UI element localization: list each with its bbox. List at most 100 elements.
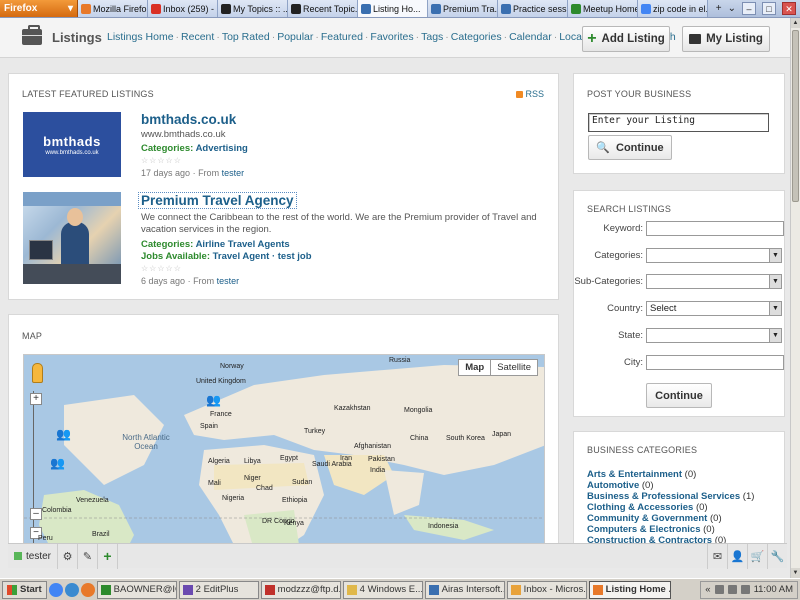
category-link[interactable]: Computers & Electronics xyxy=(587,524,701,535)
map-marker-icon[interactable]: 👥 xyxy=(206,393,221,407)
search-continue-button[interactable]: Continue xyxy=(646,383,712,408)
country-select[interactable]: Select ▼ xyxy=(646,301,782,316)
new-tab-button[interactable]: + xyxy=(716,3,722,14)
mail-icon[interactable]: ✉ xyxy=(707,543,727,569)
listing-age: 6 days ago xyxy=(141,276,186,286)
nav-link[interactable]: Listings Home xyxy=(107,31,174,43)
chevron-down-icon: ▾ xyxy=(67,3,73,14)
listing-name-input[interactable]: Enter your Listing xyxy=(588,113,769,132)
taskbar-task[interactable]: Listing Home ... xyxy=(588,580,671,599)
firefox-menu-button[interactable]: Firefox ▾ xyxy=(0,0,78,17)
category-link[interactable]: Arts & Entertainment xyxy=(587,469,682,480)
chrome-icon[interactable] xyxy=(48,582,63,597)
nav-link[interactable]: Categories xyxy=(451,31,502,43)
map-type-satellite[interactable]: Satellite xyxy=(491,360,537,375)
plus-icon[interactable]: + xyxy=(98,543,119,569)
browser-tab[interactable]: zip code in el... xyxy=(638,0,708,17)
city-input[interactable] xyxy=(646,355,784,370)
volume-icon[interactable] xyxy=(727,585,737,594)
category-link[interactable]: Community & Government xyxy=(587,513,707,524)
edit-icon[interactable]: ✎ xyxy=(78,543,99,569)
browser-tab[interactable]: Meetup Home xyxy=(568,0,638,17)
browser-tab[interactable]: Inbox (259) - ... xyxy=(148,0,218,17)
wrench-icon[interactable]: 🔧 xyxy=(767,543,787,569)
list-all-tabs-button[interactable]: ⌄ xyxy=(728,3,736,14)
scroll-down-icon[interactable]: ▼ xyxy=(791,568,800,578)
chevron-left-icon[interactable]: « xyxy=(705,584,710,595)
category-link[interactable]: Business & Professional Services xyxy=(587,491,740,502)
taskbar-task[interactable]: Airas Intersoft... xyxy=(424,580,505,599)
app-icon xyxy=(428,584,439,595)
my-listing-button[interactable]: My Listing xyxy=(682,26,770,52)
nav-link[interactable]: Local xyxy=(559,31,584,43)
categories-select[interactable]: ▼ xyxy=(646,248,782,263)
task-label: Inbox - Micros... xyxy=(523,584,587,595)
user-link[interactable]: tester xyxy=(217,276,240,286)
browser-tab[interactable]: Practice sessi... xyxy=(498,0,568,17)
category-link[interactable]: Airline Travel Agents xyxy=(196,239,290,250)
brand[interactable]: Listings xyxy=(22,25,102,45)
zoom-handle[interactable]: – xyxy=(30,508,42,520)
firefox-icon[interactable] xyxy=(80,582,95,597)
browser-tab[interactable]: Premium Tra... xyxy=(428,0,498,17)
map-marker-icon[interactable]: 👥 xyxy=(50,456,65,470)
browser-tab[interactable]: Mozilla Firefo... xyxy=(78,0,148,17)
user-icon[interactable]: 👤 xyxy=(727,543,747,569)
listing-thumbnail[interactable] xyxy=(23,192,121,284)
search-icon: 🔍 xyxy=(596,142,611,154)
taskbar-task[interactable]: Inbox - Micros... xyxy=(506,580,587,599)
cart-icon[interactable]: 🛒 xyxy=(747,543,767,569)
category-link[interactable]: Automotive xyxy=(587,480,639,491)
rss-link[interactable]: RSS xyxy=(516,89,544,99)
rating-stars[interactable]: ☆☆☆☆☆ xyxy=(141,156,551,165)
category-link[interactable]: Clothing & Accessories xyxy=(587,502,693,513)
rating-stars[interactable]: ☆☆☆☆☆ xyxy=(141,264,551,273)
street-view-icon[interactable] xyxy=(32,363,43,383)
page-scrollbar[interactable]: ▲ ▼ xyxy=(790,18,800,578)
subcategories-select[interactable]: ▼ xyxy=(646,274,782,289)
nav-link[interactable]: Calendar xyxy=(509,31,552,43)
taskbar-task[interactable]: modzzz@ftp.d... xyxy=(260,580,341,599)
nav-link[interactable]: Recent xyxy=(181,31,214,43)
zoom-in-button[interactable]: + xyxy=(30,393,42,405)
network-icon[interactable] xyxy=(714,585,724,594)
browser-tab[interactable]: Recent Topic... xyxy=(288,0,358,17)
map-type-map[interactable]: Map xyxy=(459,360,492,375)
keyword-input[interactable] xyxy=(646,221,784,236)
nav-link[interactable]: Top Rated xyxy=(222,31,270,43)
listing-title-link[interactable]: Premium Travel Agency xyxy=(138,192,297,209)
taskbar-task[interactable]: BAOWNER@IG... xyxy=(96,580,177,599)
scroll-up-icon[interactable]: ▲ xyxy=(791,18,800,28)
taskbar-task[interactable]: 4 Windows E... xyxy=(342,580,423,599)
shield-icon[interactable] xyxy=(740,585,750,594)
start-button[interactable]: Start xyxy=(2,580,47,599)
nav-link[interactable]: Favorites xyxy=(370,31,413,43)
nav-link[interactable]: Tags xyxy=(421,31,443,43)
listing-thumbnail[interactable]: bmthads www.bmthads.co.uk xyxy=(23,112,121,177)
map-marker-icon[interactable]: 👥 xyxy=(56,427,71,441)
map-label: Norway xyxy=(220,363,244,370)
close-button[interactable]: ✕ xyxy=(782,2,796,15)
world-map[interactable]: + – − Map Satellite Russia Norway United K… xyxy=(23,354,545,554)
state-select[interactable]: ▼ xyxy=(646,328,782,343)
nav-link[interactable]: Popular xyxy=(277,31,313,43)
maximize-button[interactable]: □ xyxy=(762,2,776,15)
post-continue-button[interactable]: 🔍 Continue xyxy=(588,135,672,160)
list-item: Computers & Electronics (0) xyxy=(587,524,754,535)
jobs-link[interactable]: Travel Agent · test job xyxy=(213,251,312,262)
user-link[interactable]: tester xyxy=(222,168,245,178)
listing-title-link[interactable]: bmthads.co.uk xyxy=(141,112,551,127)
browser-tab[interactable]: My Topics :: ... xyxy=(218,0,288,17)
browser-tab[interactable]: Listing Ho... xyxy=(358,0,428,17)
ie-icon[interactable] xyxy=(64,582,79,597)
map-label: United Kingdom xyxy=(196,378,246,385)
gear-icon[interactable]: ⚙ xyxy=(58,543,79,569)
taskbar-task[interactable]: 2 EditPlus xyxy=(178,580,259,599)
scroll-thumb[interactable] xyxy=(792,30,799,202)
minimize-button[interactable]: – xyxy=(742,2,756,15)
category-link[interactable]: Advertising xyxy=(196,143,248,154)
nav-link[interactable]: Featured xyxy=(321,31,363,43)
add-listing-button[interactable]: + Add Listing xyxy=(582,26,670,52)
admin-user[interactable]: tester xyxy=(8,543,59,569)
task-label: BAOWNER@IG... xyxy=(113,584,176,595)
